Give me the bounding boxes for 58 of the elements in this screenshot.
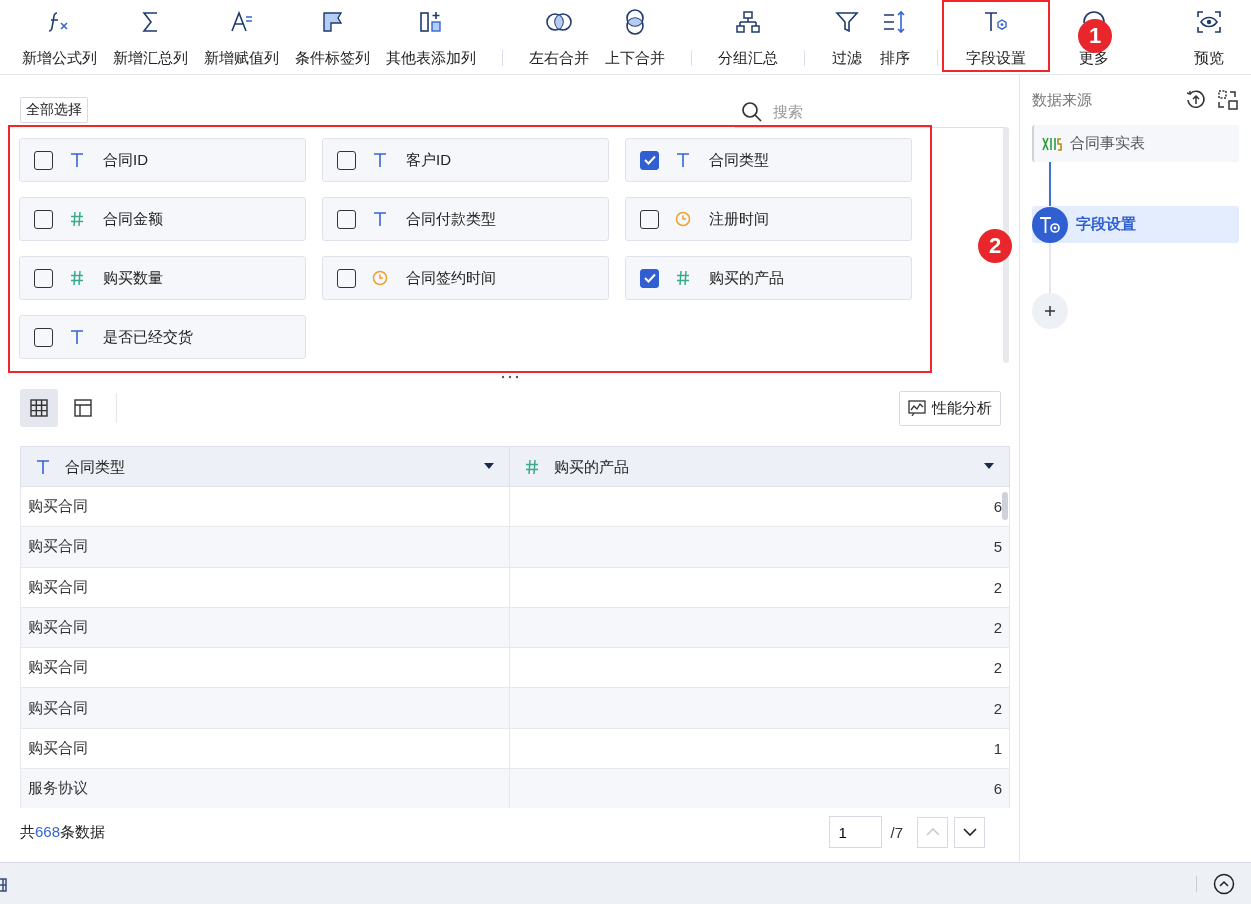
table-cell: 服务协议 <box>20 768 510 808</box>
table-cell: 购买合同 <box>20 728 510 769</box>
field-name: 合同ID <box>103 150 148 170</box>
table-cell: 购买合同 <box>20 526 510 568</box>
toolbar-button[interactable]: 其他表添加列 <box>378 0 484 74</box>
select-all-button[interactable]: 全部选择 <box>20 97 88 123</box>
page-number-field[interactable]: 1 <box>829 816 883 848</box>
field-name: 合同签约时间 <box>406 268 496 288</box>
toolbar-button[interactable]: 上下合并 <box>597 0 673 74</box>
step-number-badge: 2 <box>978 229 1012 263</box>
field-name: 合同付款类型 <box>406 209 496 229</box>
toolbar-button[interactable]: 分组汇总 <box>710 0 786 74</box>
table-cell: 购买合同 <box>20 688 510 729</box>
table-cell: 2 <box>509 607 1010 648</box>
field-name: 客户ID <box>406 150 451 170</box>
record-count-text: 共668条数据 <box>20 822 106 842</box>
field-card[interactable]: 合同类型 <box>625 138 912 182</box>
field-card[interactable]: 是否已经交货 <box>19 315 306 359</box>
column-header[interactable]: 购买的产品 <box>509 446 1010 487</box>
table-cell: 1 <box>509 728 1010 769</box>
toolbar-button[interactable]: 预览 <box>1185 0 1233 74</box>
performance-analysis-button[interactable]: 性能分析 <box>899 390 1001 426</box>
panel-title: 数据来源 <box>1032 90 1092 110</box>
field-name: 合同金额 <box>103 209 163 229</box>
table-cell: 购买合同 <box>20 567 510 608</box>
column-header[interactable]: 合同类型 <box>20 446 510 487</box>
field-card[interactable]: 合同付款类型 <box>322 197 609 241</box>
field-card[interactable]: 合同签约时间 <box>322 256 609 300</box>
field-card[interactable]: 购买的产品 <box>625 256 912 300</box>
field-name: 注册时间 <box>709 209 769 229</box>
table-cell: 购买合同 <box>20 486 510 527</box>
search-field[interactable]: 搜索 <box>771 102 971 121</box>
table-cell: 2 <box>509 688 1010 729</box>
table-cell: 6 <box>509 768 1010 808</box>
table-cell: 2 <box>509 567 1010 608</box>
toolbar-button[interactable]: 新增汇总列 <box>105 0 196 74</box>
toolbar-button[interactable]: 过滤 <box>823 0 871 74</box>
field-name: 合同类型 <box>709 150 769 170</box>
toolbar-button[interactable]: 排序 <box>871 0 919 74</box>
toolbar-button[interactable]: 新增赋值列 <box>196 0 287 74</box>
step-item[interactable]: 字段设置 <box>1032 206 1239 243</box>
toolbar-button[interactable]: 左右合并 <box>521 0 597 74</box>
toolbar-button[interactable]: 条件标签列 <box>287 0 378 74</box>
toolbar-button[interactable]: 新增公式列 <box>14 0 105 74</box>
table-cell: 购买合同 <box>20 607 510 648</box>
field-card[interactable]: 购买数量 <box>19 256 306 300</box>
data-source-item[interactable]: 合同事实表 <box>1032 125 1239 162</box>
field-name: 是否已经交货 <box>103 327 193 347</box>
table-cell: 2 <box>509 647 1010 688</box>
field-name: 购买的产品 <box>709 268 784 288</box>
field-card[interactable]: 合同ID <box>19 138 306 182</box>
table-cell: 5 <box>509 526 1010 568</box>
field-card[interactable]: 注册时间 <box>625 197 912 241</box>
field-card[interactable]: 合同金额 <box>19 197 306 241</box>
page-total: /7 <box>890 823 903 841</box>
table-cell: 购买合同 <box>20 647 510 688</box>
field-name: 购买数量 <box>103 268 163 288</box>
field-card[interactable]: 客户ID <box>322 138 609 182</box>
